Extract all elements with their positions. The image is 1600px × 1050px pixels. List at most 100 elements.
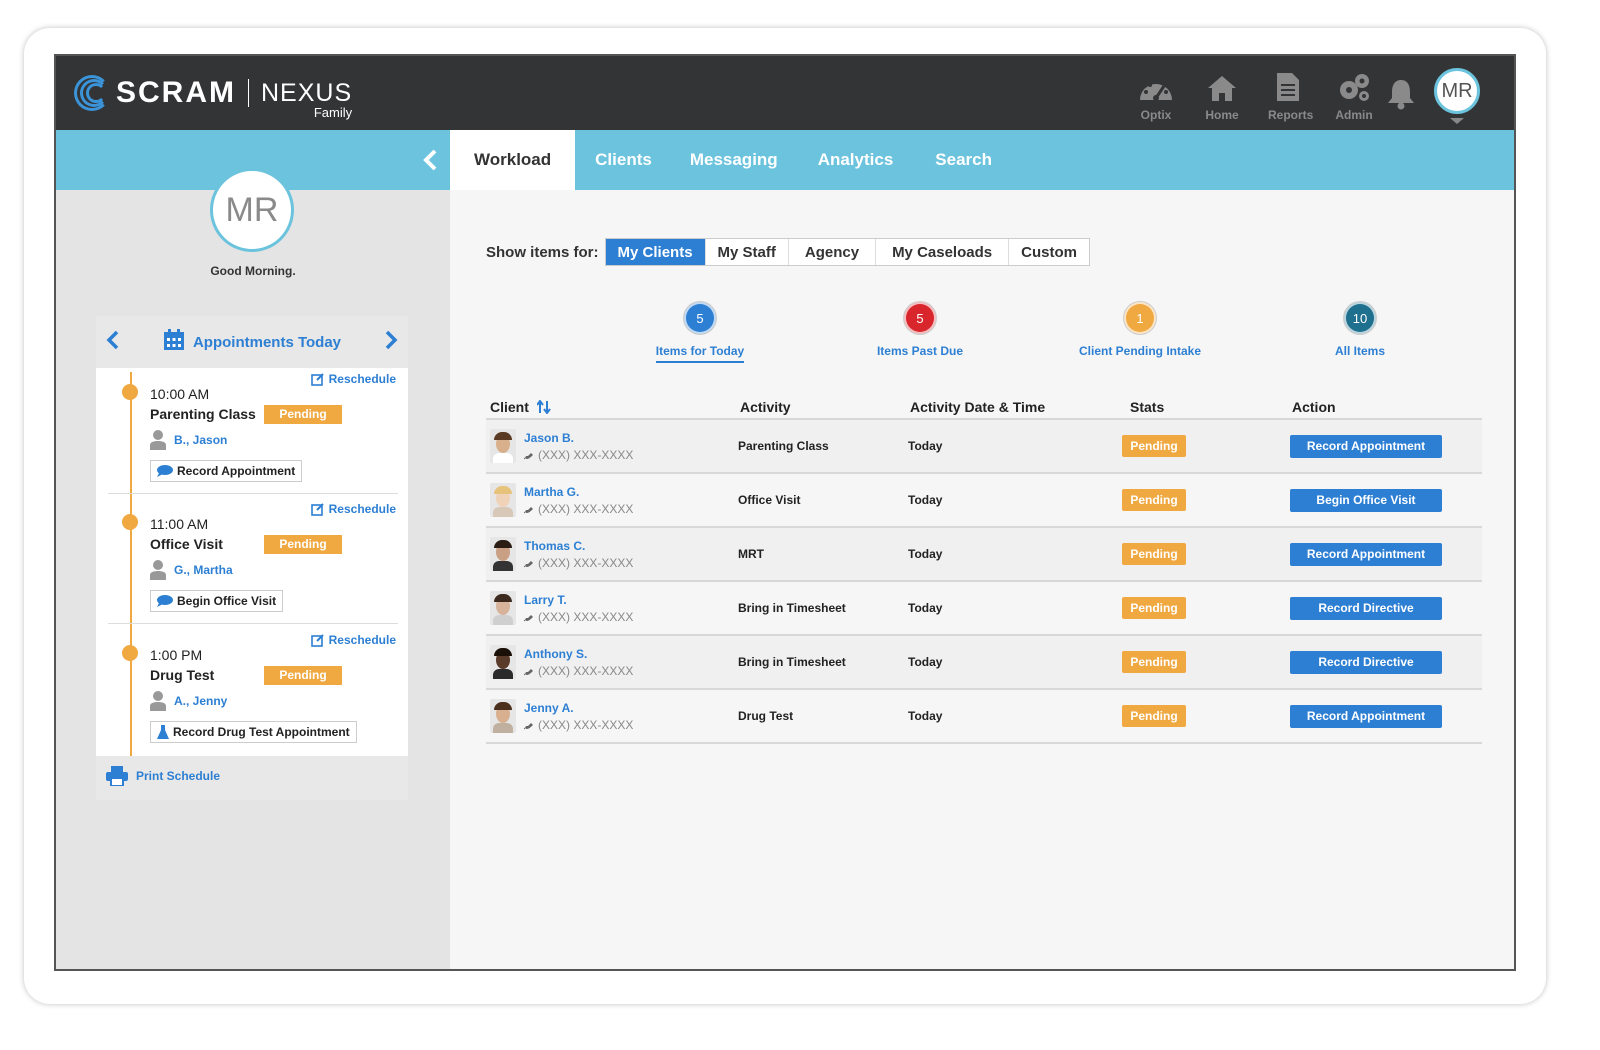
- appointment-action-button[interactable]: Record Appointment: [150, 460, 303, 482]
- calendar-icon: [163, 329, 185, 355]
- appointments-title: Appointments Today: [192, 333, 342, 351]
- phone-number: (XXX) XXX-XXXX: [538, 717, 634, 732]
- stats-cell: Pending: [1122, 543, 1290, 565]
- client-name-link[interactable]: Jenny A.: [524, 701, 633, 715]
- tab-workload[interactable]: Workload: [450, 130, 576, 190]
- topnav-home-label: Home: [1205, 108, 1239, 122]
- row-action-button[interactable]: Record Directive: [1290, 596, 1442, 620]
- phone-icon: [524, 668, 533, 675]
- client-name: B., Jason: [174, 433, 228, 447]
- client-name-link[interactable]: Thomas C.: [524, 539, 633, 553]
- timeline-line: [130, 372, 132, 756]
- appointment-name: Drug Test: [150, 667, 215, 683]
- table-row: Jason B. (XXX) XXX-XXXX Parenting Class Tod…: [486, 420, 1482, 474]
- action-cell: Record Directive: [1290, 650, 1482, 674]
- bell-icon[interactable]: [1386, 78, 1416, 115]
- row-action-button[interactable]: Record Directive: [1290, 650, 1442, 674]
- appointment-action-button[interactable]: Begin Office Visit: [150, 590, 284, 612]
- reschedule-link[interactable]: Reschedule: [310, 502, 396, 516]
- row-action-button[interactable]: Begin Office Visit: [1290, 488, 1442, 512]
- counter-pending-intake[interactable]: 1 Client Pending Intake: [1050, 302, 1230, 361]
- chevron-left-icon[interactable]: [106, 330, 120, 355]
- client-name-link[interactable]: Larry T.: [524, 593, 633, 607]
- sidebar-avatar[interactable]: MR: [210, 168, 294, 252]
- date-cell: Today: [908, 601, 943, 615]
- appointment-client[interactable]: A., Jenny: [150, 691, 227, 711]
- phone-icon: [524, 506, 533, 513]
- client-photo: [490, 645, 516, 679]
- column-client[interactable]: Client: [486, 399, 736, 415]
- reschedule-link[interactable]: Reschedule: [310, 372, 396, 386]
- row-action-button[interactable]: Record Appointment: [1290, 434, 1442, 458]
- client-phone: (XXX) XXX-XXXX: [524, 556, 633, 570]
- scram-nexus-logo[interactable]: SCRAM NEXUS Family: [72, 68, 352, 120]
- edit-icon: [310, 373, 324, 386]
- client-name-link[interactable]: Jason B.: [524, 431, 633, 445]
- counter-items-past-due[interactable]: 5 Items Past Due: [830, 302, 1010, 361]
- sort-icon: [536, 400, 551, 414]
- appointment-action-button[interactable]: Record Drug Test Appointment: [150, 721, 357, 743]
- activity-cell: Office Visit: [738, 493, 801, 507]
- divider: [108, 623, 398, 624]
- print-schedule-link[interactable]: Print Schedule: [106, 766, 220, 786]
- tab-analytics[interactable]: Analytics: [796, 130, 916, 190]
- client-name-link[interactable]: Anthony S.: [524, 647, 633, 661]
- row-action-button[interactable]: Record Appointment: [1290, 542, 1442, 566]
- topnav-optix[interactable]: Optix: [1136, 72, 1176, 122]
- filter-my-staff[interactable]: My Staff: [706, 239, 789, 265]
- counter-label: Client Pending Intake: [1078, 344, 1201, 358]
- client-name-link[interactable]: Martha G.: [524, 485, 633, 499]
- client-photo: [490, 429, 516, 463]
- appointment-name: Parenting Class: [150, 406, 256, 422]
- tab-clients[interactable]: Clients: [575, 130, 672, 190]
- phone-icon: [524, 452, 533, 459]
- column-date: Activity Date & Time: [910, 399, 1046, 415]
- collapse-sidebar-button[interactable]: [418, 146, 442, 174]
- counter-all-items[interactable]: 10 All Items: [1270, 302, 1450, 361]
- appointment-client[interactable]: G., Martha: [150, 560, 233, 580]
- table-body: Jason B. (XXX) XXX-XXXX Parenting Class Tod…: [486, 420, 1482, 744]
- action-cell: Record Appointment: [1290, 434, 1482, 458]
- client-phone: (XXX) XXX-XXXX: [524, 664, 633, 678]
- reschedule-label: Reschedule: [328, 372, 396, 386]
- chevron-down-icon[interactable]: [1450, 118, 1464, 124]
- client-phone: (XXX) XXX-XXXX: [524, 610, 633, 624]
- filter-custom[interactable]: Custom: [1009, 239, 1089, 265]
- table-row: Martha G. (XXX) XXX-XXXX Office Visit Today…: [486, 474, 1482, 528]
- topnav-optix-label: Optix: [1140, 108, 1172, 122]
- appointment-time: 1:00 PM: [150, 647, 203, 663]
- filter-agency[interactable]: Agency: [789, 239, 877, 265]
- edit-icon: [310, 634, 324, 647]
- count-badge: 5: [904, 302, 936, 334]
- app-window: SCRAM NEXUS Family Optix Home Reports Ad…: [54, 54, 1516, 971]
- row-action-button[interactable]: Record Appointment: [1290, 704, 1442, 728]
- client-photo: [490, 591, 516, 625]
- status-badge: Pending: [1122, 705, 1186, 727]
- column-action: Action: [1292, 399, 1336, 415]
- action-cell: Begin Office Visit: [1290, 488, 1482, 512]
- appointment-client[interactable]: B., Jason: [150, 430, 227, 450]
- phone-number: (XXX) XXX-XXXX: [538, 663, 634, 678]
- filter-group: My Clients My Staff Agency My Caseloads …: [604, 238, 1090, 266]
- topnav-home[interactable]: Home: [1202, 72, 1242, 122]
- reschedule-link[interactable]: Reschedule: [310, 633, 396, 647]
- filter-my-clients[interactable]: My Clients: [605, 239, 706, 265]
- filter-my-caseloads[interactable]: My Caseloads: [876, 239, 1010, 265]
- tab-search[interactable]: Search: [915, 130, 1012, 190]
- chevron-right-icon[interactable]: [384, 330, 398, 355]
- reschedule-label: Reschedule: [328, 502, 396, 516]
- user-avatar[interactable]: MR: [1434, 68, 1480, 114]
- activity-cell: Drug Test: [738, 709, 794, 723]
- tab-messaging[interactable]: Messaging: [672, 130, 796, 190]
- counter-items-today[interactable]: 5 Items for Today: [610, 302, 790, 363]
- timeline-dot: [122, 645, 138, 661]
- topnav-reports[interactable]: Reports: [1268, 72, 1313, 122]
- appointments-header: Appointments Today: [96, 316, 408, 368]
- client-phone: (XXX) XXX-XXXX: [524, 718, 633, 732]
- appointment-name: Office Visit: [150, 536, 223, 552]
- column-stats: Stats: [1130, 399, 1165, 415]
- chat-icon: [157, 465, 173, 477]
- action-label: Begin Office Visit: [177, 594, 277, 608]
- top-header: SCRAM NEXUS Family Optix Home Reports Ad…: [56, 56, 1514, 130]
- topnav-admin[interactable]: Admin: [1334, 72, 1374, 122]
